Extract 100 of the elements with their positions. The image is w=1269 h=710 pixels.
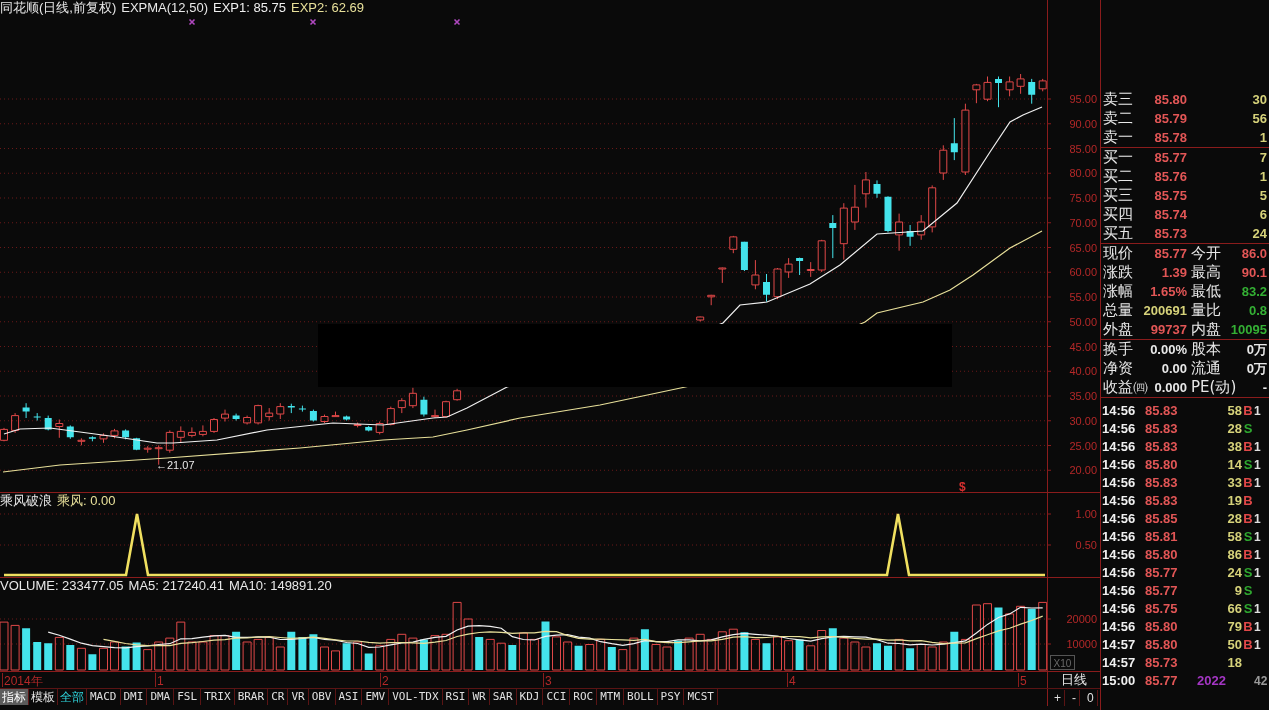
quote-label: 涨跌 xyxy=(1103,263,1133,282)
trade-price: 85.80 xyxy=(1144,546,1179,564)
axis-label: 1.00 xyxy=(1075,508,1097,520)
trade-volume: 2022 xyxy=(1197,672,1226,690)
indicator-tab[interactable]: MCST xyxy=(684,689,718,705)
order-label: 卖二 xyxy=(1103,109,1133,128)
quote-label: PE(动) xyxy=(1191,378,1237,397)
trade-volume: 58 xyxy=(1227,528,1242,546)
axis-label: 20.00 xyxy=(1069,464,1097,477)
trade-number: 42 xyxy=(1254,673,1268,690)
trade-volume: 24 xyxy=(1227,564,1242,582)
trade-time: 14:56 xyxy=(1101,564,1137,582)
trade-volume: 79 xyxy=(1227,618,1242,636)
quote-label: 现价 xyxy=(1103,244,1133,263)
trade-volume: 58 xyxy=(1227,402,1242,420)
quote-value: - xyxy=(1262,379,1267,397)
order-label: 卖一 xyxy=(1103,128,1133,147)
quote-label: 涨幅 xyxy=(1103,282,1133,301)
quote-value: 83.2 xyxy=(1241,283,1267,301)
indicator-tab[interactable]: TRIX xyxy=(201,689,235,705)
trade-side: B xyxy=(1243,438,1253,456)
indicator-tab[interactable]: ASI xyxy=(335,689,363,705)
indicator-tab[interactable]: 模板 xyxy=(29,689,58,705)
axis-label: 65.00 xyxy=(1069,241,1097,254)
quote-label: 总量 xyxy=(1103,301,1133,320)
order-volume: 1 xyxy=(1259,168,1267,186)
zoom-button[interactable]: 0 xyxy=(1084,689,1098,706)
trade-time: 14:56 xyxy=(1101,456,1137,474)
trade-number: 1 xyxy=(1254,637,1261,654)
trade-price: 85.83 xyxy=(1144,438,1179,456)
order-label: 买二 xyxy=(1103,167,1133,186)
indicator-tab[interactable]: VR xyxy=(288,689,309,705)
zoom-button[interactable]: - xyxy=(1069,689,1080,706)
trade-time: 14:56 xyxy=(1101,474,1137,492)
quote-label: 内盘 xyxy=(1191,320,1221,339)
indicator-tab[interactable]: MTM xyxy=(597,689,625,705)
trade-price: 85.77 xyxy=(1144,564,1179,582)
quote-label: 今开 xyxy=(1191,244,1221,263)
trade-number: 1 xyxy=(1254,547,1261,564)
trade-price: 85.83 xyxy=(1144,474,1179,492)
panel-reading: 乘风: 0.00 xyxy=(57,493,116,509)
trade-time: 14:56 xyxy=(1101,438,1137,456)
quote-value: 99737 xyxy=(1150,321,1187,339)
cross-marker-icon xyxy=(453,18,461,26)
order-volume: 6 xyxy=(1259,206,1267,224)
trade-side: B xyxy=(1243,402,1253,420)
axis-label: 85.00 xyxy=(1069,142,1097,155)
trade-number: 1 xyxy=(1254,565,1261,582)
indicator-tab[interactable]: WR xyxy=(469,689,490,705)
indicator-tab[interactable]: MACD xyxy=(87,689,121,705)
trade-number: 1 xyxy=(1254,511,1261,528)
axis-label: 55.00 xyxy=(1069,291,1097,303)
axis-label: 80.00 xyxy=(1069,167,1097,180)
order-label: 卖三 xyxy=(1103,90,1133,109)
trade-time: 14:56 xyxy=(1101,492,1137,510)
trade-time: 14:56 xyxy=(1101,420,1137,438)
trade-price: 85.77 xyxy=(1144,672,1179,690)
trade-price: 85.80 xyxy=(1144,618,1179,636)
indicator-tab[interactable]: 全部 xyxy=(58,689,87,705)
trade-price: 85.81 xyxy=(1144,528,1179,546)
period-label: 日线 xyxy=(1061,672,1087,688)
indicator-tab[interactable]: BOLL xyxy=(624,689,658,705)
quote-value: 200691 xyxy=(1143,302,1187,320)
trade-number: 1 xyxy=(1254,619,1261,636)
axis-label: 35.00 xyxy=(1069,390,1097,402)
quote-value: 1.65% xyxy=(1150,283,1187,301)
indicator-tab[interactable]: 指标 xyxy=(0,689,29,705)
trade-volume: 38 xyxy=(1227,438,1242,456)
trade-price: 85.83 xyxy=(1144,420,1179,438)
trade-time: 14:56 xyxy=(1101,528,1137,546)
axis-label: 95.00 xyxy=(1069,93,1097,105)
order-price: 85.74 xyxy=(1154,206,1187,224)
axis-label: 30.00 xyxy=(1069,414,1097,427)
trade-side: S xyxy=(1243,420,1253,438)
trade-price: 85.80 xyxy=(1144,456,1179,474)
trade-price: 85.77 xyxy=(1144,582,1179,600)
quote-value: 1.39 xyxy=(1161,264,1187,282)
trade-side: B xyxy=(1243,636,1253,654)
trade-number: 1 xyxy=(1254,457,1261,474)
trade-time: 14:56 xyxy=(1101,582,1137,600)
order-price: 85.80 xyxy=(1154,91,1187,109)
zoom-button[interactable]: + xyxy=(1051,689,1065,706)
trade-number: 1 xyxy=(1254,601,1261,618)
trade-volume: 33 xyxy=(1227,474,1242,492)
order-volume: 7 xyxy=(1259,149,1267,167)
trade-price: 85.75 xyxy=(1144,600,1179,618)
axis-label: 60.00 xyxy=(1069,266,1097,279)
axis-label: 75.00 xyxy=(1069,192,1097,204)
axis-label: 90.00 xyxy=(1069,117,1097,130)
trade-time: 14:57 xyxy=(1101,636,1137,654)
trade-side: S xyxy=(1243,528,1253,546)
trade-time: 14:56 xyxy=(1101,618,1137,636)
trade-price: 85.80 xyxy=(1144,636,1179,654)
quote-value: 0.00% xyxy=(1150,341,1187,359)
quote-label: 最低 xyxy=(1191,282,1221,301)
scale-badge: X10 xyxy=(1050,655,1075,670)
panel-title: 乘风破浪 xyxy=(0,493,52,509)
indicator-tab[interactable]: VOL-TDX xyxy=(389,689,443,705)
legend-reading: EXP2: 62.69 xyxy=(291,0,364,16)
trade-price: 85.85 xyxy=(1144,510,1179,528)
